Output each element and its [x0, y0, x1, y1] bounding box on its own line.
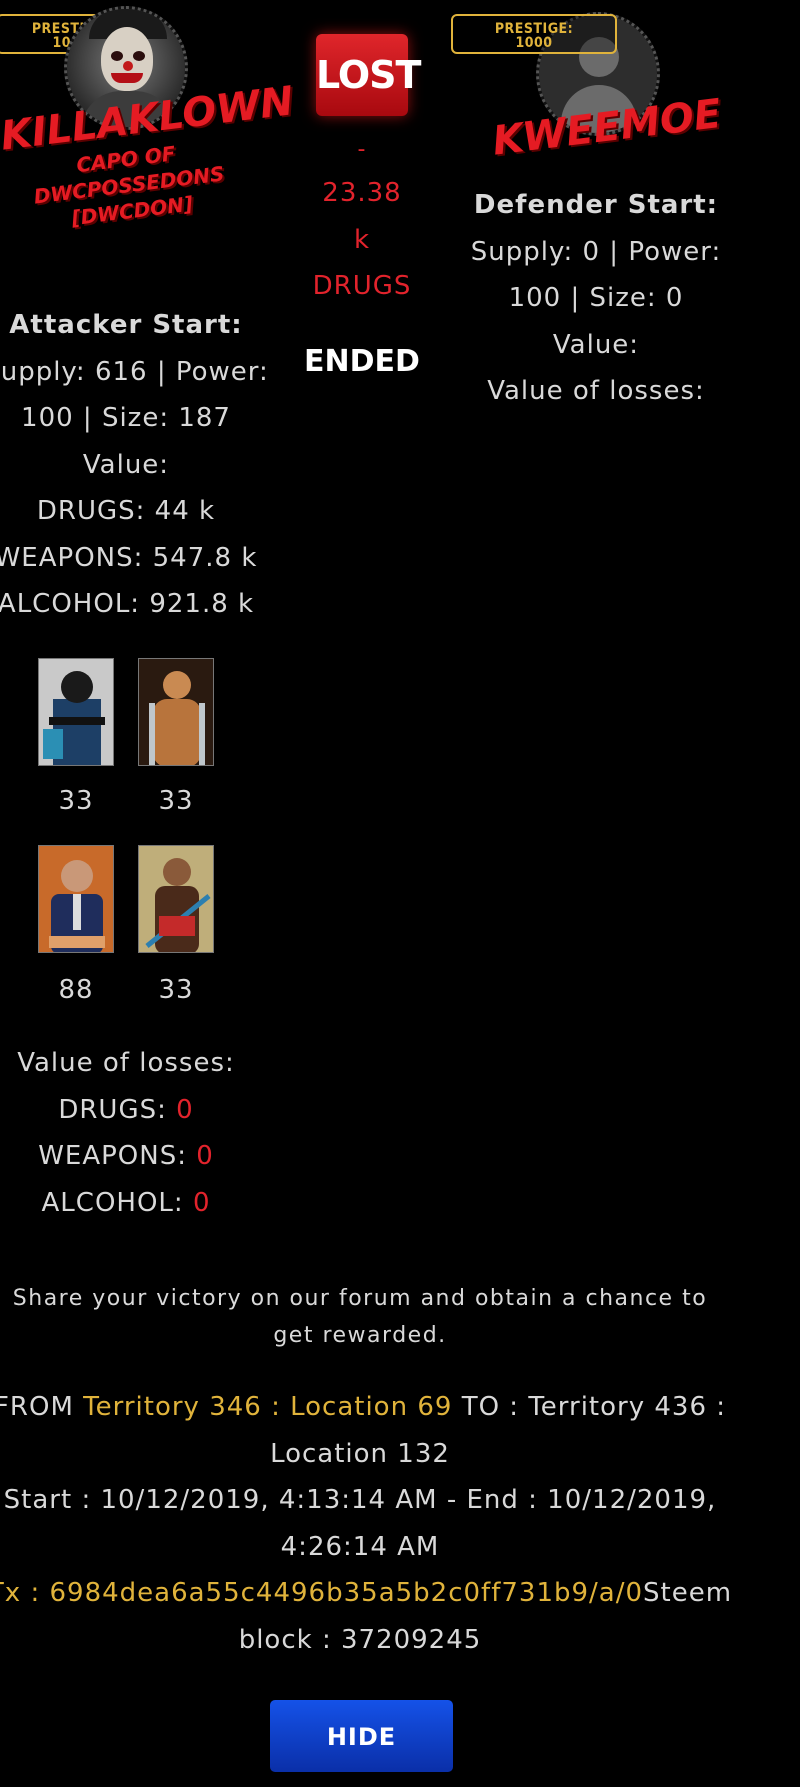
attacker-weapons-value: WEAPONS: 547.8 k — [0, 542, 258, 573]
attacker-losses-weapons: WEAPONS: 0 — [0, 1133, 272, 1180]
defender-losses-label: Value of losses: — [487, 376, 705, 406]
attacker-start-label: Attacker Start: — [9, 310, 243, 340]
defender-size: 100 | Size: 0 — [508, 283, 684, 313]
defender-prestige-value: 1000 — [515, 35, 553, 51]
route-line: FROM Territory 346 : Location 69 TO : Te… — [0, 1384, 740, 1431]
losses-weapons-value: 0 — [196, 1141, 214, 1171]
losses-alcohol-value: 0 — [192, 1187, 211, 1218]
losses-alcohol-label: ALCOHOL: — [41, 1187, 184, 1218]
unit-card-chained-brute[interactable] — [138, 658, 214, 766]
attacker-losses-label: Value of losses: — [17, 1048, 235, 1078]
route-to-label: TO : Territory 436 : — [461, 1392, 727, 1422]
hide-button[interactable]: HIDE — [270, 1700, 453, 1772]
tx-link[interactable]: Tx : 6984dea6a55c4496b35a5b2c0ff731b9/a/… — [0, 1578, 643, 1608]
unit-count-businessman: 88 — [58, 975, 94, 1005]
share-text: Share your victory on our forum and obta… — [12, 1286, 708, 1348]
defender-prestige-badge: PRESTIGE: 1000 — [451, 14, 617, 54]
attacker-alcohol-value: ALCOHOL: 921.8 k — [0, 589, 255, 619]
unit-count-masked-soldier: 33 — [58, 786, 94, 816]
unit-card-masked-soldier[interactable] — [38, 658, 114, 766]
unit-card-businessman[interactable] — [38, 845, 114, 953]
unit-card-warrior-woman[interactable] — [138, 845, 214, 953]
attacker-losses-drugs: DRUGS: 0 — [0, 1087, 272, 1134]
attacker-size: 100 | Size: 187 — [21, 403, 231, 433]
battle-status: ENDED — [304, 344, 420, 379]
route-from-value[interactable]: Territory 346 : Location 69 — [83, 1392, 452, 1422]
steem-block: block : 37209245 — [238, 1624, 482, 1655]
attacker-value-label: Value: — [82, 449, 170, 480]
defender-supply-power: Supply: 0 | Power: — [470, 236, 722, 267]
timing-line-1: Start : 10/12/2019, 4:13:14 AM - End : 1… — [3, 1485, 717, 1515]
result-amount-unit: k — [353, 224, 371, 255]
result-resource: DRUGS — [312, 271, 412, 301]
route-from-label: FROM — [0, 1392, 74, 1422]
losses-weapons-label: WEAPONS: — [38, 1141, 187, 1171]
defender-value-label: Value: — [552, 329, 640, 360]
losses-drugs-label: DRUGS: — [58, 1094, 167, 1125]
steem-label: Steem — [643, 1578, 733, 1608]
timing-line-2: 4:26:14 AM — [280, 1531, 440, 1562]
defender-start-label: Defender Start: — [473, 190, 719, 220]
attacker-drugs-value: DRUGS: 44 k — [36, 496, 216, 526]
attacker-losses-alcohol: ALCOHOL: 0 — [0, 1180, 272, 1227]
tx-line: Tx : 6984dea6a55c4496b35a5b2c0ff731b9/a/… — [0, 1570, 740, 1617]
result-amount: 23.38 — [322, 178, 402, 208]
unit-count-warrior-woman: 33 — [158, 975, 194, 1005]
lost-badge: LOST — [316, 34, 421, 116]
defender-prestige-label: PRESTIGE: — [494, 21, 574, 37]
attacker-supply-power: Supply: 616 | Power: — [0, 356, 269, 387]
route-to-value: Location 132 — [270, 1438, 450, 1469]
result-amount-prefix: - — [357, 137, 367, 162]
losses-drugs-value: 0 — [176, 1094, 194, 1125]
unit-count-chained-brute: 33 — [158, 786, 194, 816]
